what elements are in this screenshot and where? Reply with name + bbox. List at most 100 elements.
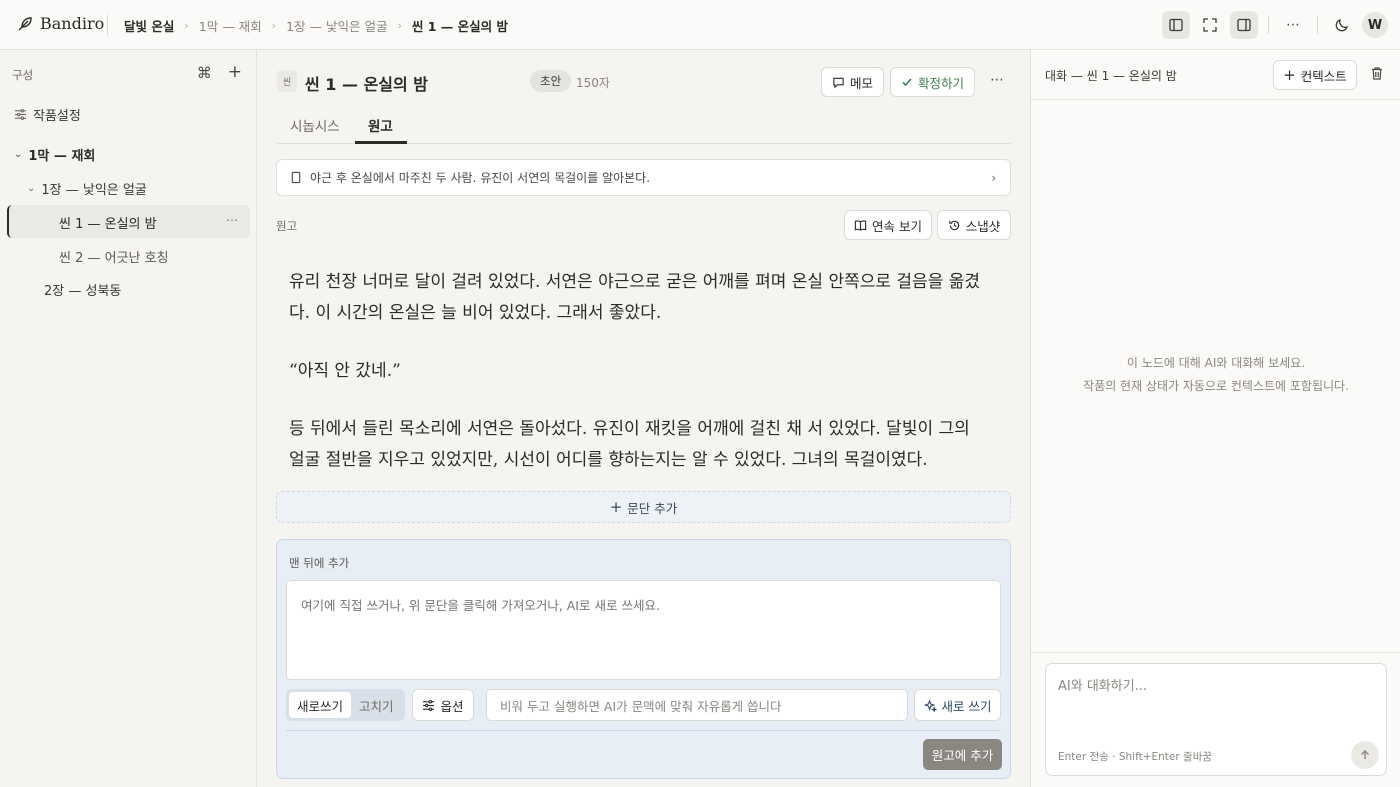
confirm-label: 확정하기 <box>917 75 964 91</box>
add-context-button[interactable]: + 컨텍스트 <box>1273 60 1357 90</box>
continuous-view-button[interactable]: 연속 보기 <box>844 210 932 240</box>
more-menu-button[interactable]: ⋯ <box>1279 11 1307 39</box>
ai-write-button[interactable]: 새로 쓰기 <box>914 689 1001 721</box>
sidebar-item-chapter2[interactable]: 2장 — 성북동 <box>44 280 121 299</box>
manuscript-paragraph[interactable]: 유리 천장 너머로 달이 걸려 있었다. 서연은 야근으로 굳은 어깨를 펴며 … <box>289 267 989 329</box>
sidebar-right-icon <box>1237 18 1251 32</box>
divider <box>1031 652 1400 653</box>
chevron-right-icon: › <box>271 19 277 32</box>
dark-mode-toggle[interactable] <box>1328 11 1356 39</box>
breadcrumb: 달빛 온실 › 1막 — 재회 › 1장 — 낯익은 얼굴 › 씬 1 — 온실… <box>124 16 508 35</box>
chat-panel-title: 대화 — 씬 1 — 온실의 밤 <box>1045 69 1177 83</box>
feather-icon <box>16 15 34 33</box>
send-button[interactable] <box>1351 741 1379 769</box>
more-icon: ⋯ <box>1286 17 1300 33</box>
composer-textarea[interactable] <box>286 580 1001 680</box>
command-icon[interactable]: ⌘ <box>197 64 212 82</box>
chevron-down-icon[interactable]: ⌄ <box>27 183 35 194</box>
sliders-icon <box>423 699 435 711</box>
active-tab-indicator <box>355 141 407 144</box>
history-icon <box>949 220 959 230</box>
book-icon <box>854 219 867 231</box>
breadcrumb-chapter[interactable]: 1장 — 낯익은 얼굴 <box>286 16 387 35</box>
context-label: 컨텍스트 <box>1300 68 1347 84</box>
chat-panel: 대화 — 씬 1 — 온실의 밤 + 컨텍스트 이 노드에 대해 AI와 대화해… <box>1030 50 1400 787</box>
more-icon[interactable]: ⋯ <box>990 72 1004 88</box>
manuscript-paragraph[interactable]: “아직 안 갔네.” <box>289 356 989 387</box>
breadcrumb-scene[interactable]: 씬 1 — 온실의 밤 <box>412 16 508 35</box>
sidebar-item-scene2[interactable]: 씬 2 — 어긋난 호칭 <box>59 247 169 266</box>
divider <box>1268 16 1269 34</box>
page-title: 씬 1 — 온실의 밤 <box>305 75 429 94</box>
chevron-down-icon[interactable]: ⌄ <box>14 149 22 160</box>
options-label: 옵션 <box>440 698 464 714</box>
ai-write-label: 새로 쓰기 <box>941 698 992 714</box>
plus-icon[interactable]: + <box>228 64 242 82</box>
sidebar-item-label: 씬 2 — 어긋난 호칭 <box>59 251 169 266</box>
ai-prompt-input[interactable]: 비워 두고 실행하면 AI가 문맥에 맞춰 자유롭게 씁니다 <box>486 689 908 721</box>
tab-bar: 시놉시스 원고 <box>277 106 1011 144</box>
draft-label: 원고 <box>276 219 298 233</box>
main-editor: 씬 씬 1 — 온실의 밤 초안 150자 메모 확정하기 ⋯ 시놉시스 원고 … <box>257 50 1030 787</box>
chat-empty-state: 이 노드에 대해 AI와 대화해 보세요. 작품의 현재 상태가 자동으로 컨텍… <box>1031 352 1400 398</box>
avatar[interactable]: W <box>1362 12 1388 38</box>
fullscreen-icon <box>1203 18 1217 32</box>
status-badge[interactable]: 초안 <box>530 70 572 92</box>
sidebar-item-label: 1장 — 낯익은 얼굴 <box>41 183 147 198</box>
arrow-up-icon <box>1361 750 1369 759</box>
message-icon <box>833 77 844 88</box>
breadcrumb-project[interactable]: 달빛 온실 <box>124 16 174 35</box>
composer-label: 맨 뒤에 추가 <box>289 556 350 570</box>
sidebar-item-label: 씬 1 — 온실의 밤 <box>59 217 157 232</box>
confirm-button[interactable]: 확정하기 <box>890 67 975 97</box>
chat-input[interactable]: AI와 대화하기... <box>1058 675 1147 694</box>
sidebar-item-chapter1[interactable]: ⌄ 1장 — 낯익은 얼굴 <box>27 179 147 198</box>
sidebar-item-label: 2장 — 성북동 <box>44 284 122 299</box>
trash-icon[interactable] <box>1370 66 1384 81</box>
chat-hint: Enter 전송 · Shift+Enter 줄바꿈 <box>1058 751 1213 763</box>
sidebar-item-settings[interactable]: 작품설정 <box>14 105 81 124</box>
divider <box>286 730 1001 731</box>
sidebar-item-label: 1막 — 재회 <box>28 149 96 164</box>
breadcrumb-act[interactable]: 1막 — 재회 <box>199 16 262 35</box>
manuscript-paragraph[interactable]: 등 뒤에서 들린 목소리에 서연은 돌아섰다. 유진이 재킷을 어깨에 걸친 채… <box>289 414 989 476</box>
top-actions: ⋯ W <box>1162 11 1388 39</box>
char-count: 150자 <box>576 76 610 90</box>
snapshot-button[interactable]: 스냅샷 <box>937 210 1011 240</box>
mode-new-button[interactable]: 새로쓰기 <box>289 692 352 718</box>
more-icon[interactable]: ⋯ <box>226 213 238 227</box>
divider <box>1317 16 1318 34</box>
mode-edit-button[interactable]: 고치기 <box>351 692 402 718</box>
moon-icon <box>1335 18 1349 32</box>
sidebar-item-label: 작품설정 <box>33 109 81 124</box>
memo-button[interactable]: 메모 <box>821 67 884 97</box>
chat-input-box[interactable]: AI와 대화하기... Enter 전송 · Shift+Enter 줄바꿈 <box>1045 663 1387 776</box>
synopsis-summary[interactable]: 야근 후 온실에서 마주친 두 사람. 유진이 서연의 목걸이를 알아본다. › <box>276 159 1011 196</box>
sliders-icon <box>14 109 27 120</box>
tab-draft[interactable]: 원고 <box>368 115 393 135</box>
continuous-view-label: 연속 보기 <box>872 218 922 234</box>
scene-type-tag: 씬 <box>277 70 297 92</box>
divider <box>107 15 108 35</box>
app-logo[interactable]: Bandiro <box>16 14 104 33</box>
sidebar-item-act1[interactable]: ⌄ 1막 — 재회 <box>14 145 95 164</box>
sidebar-item-scene1[interactable]: 씬 1 — 온실의 밤 <box>59 213 157 232</box>
chevron-right-icon: › <box>184 19 189 32</box>
sparkle-icon <box>923 698 937 712</box>
add-paragraph-button[interactable]: + 문단 추가 <box>276 491 1011 523</box>
chevron-right-icon: › <box>397 19 402 32</box>
chat-empty-line: 이 노드에 대해 AI와 대화해 보세요. <box>1126 356 1306 370</box>
tab-synopsis[interactable]: 시놉시스 <box>290 115 340 135</box>
toggle-left-sidebar-button[interactable] <box>1162 11 1190 39</box>
manuscript-body: 유리 천장 너머로 달이 걸려 있었다. 서연은 야근으로 굳은 어깨를 펴며 … <box>289 267 989 503</box>
fullscreen-button[interactable] <box>1196 11 1224 39</box>
plus-icon: + <box>1283 66 1296 84</box>
add-paragraph-label: 문단 추가 <box>627 500 678 516</box>
chevron-right-icon: › <box>991 171 996 185</box>
options-button[interactable]: 옵션 <box>412 689 474 721</box>
add-to-draft-button[interactable]: 원고에 추가 <box>923 739 1002 770</box>
toggle-right-panel-button[interactable] <box>1230 11 1258 39</box>
sidebar-heading: 구성 <box>12 68 34 82</box>
top-bar: Bandiro 달빛 온실 › 1막 — 재회 › 1장 — 낯익은 얼굴 › … <box>0 0 1400 50</box>
mode-toggle: 새로쓰기 고치기 <box>286 689 405 721</box>
